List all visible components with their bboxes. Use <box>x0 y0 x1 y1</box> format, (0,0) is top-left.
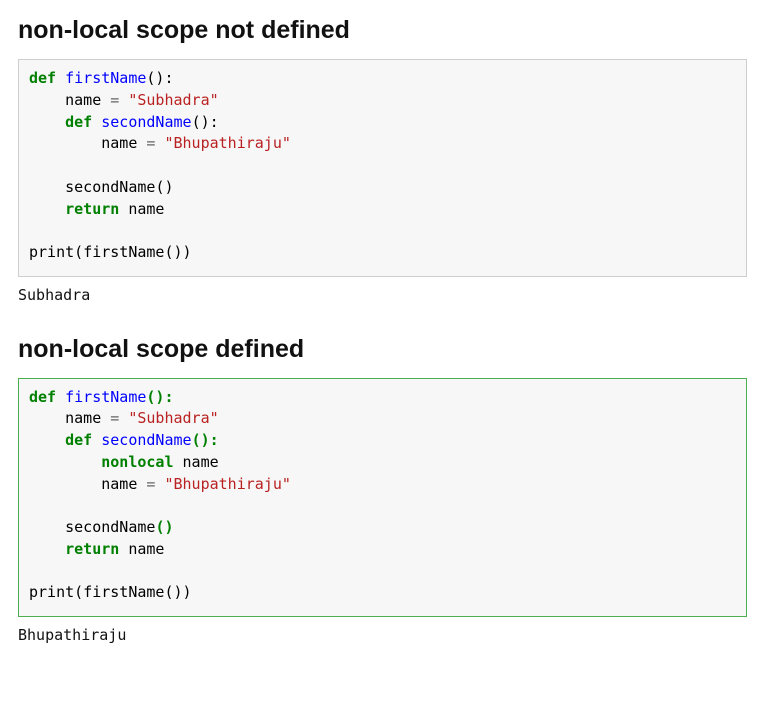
code-cell-2[interactable]: def firstName(): name = "Subhadra" def s… <box>18 378 747 618</box>
code-block-2: def firstName(): name = "Subhadra" def s… <box>29 387 736 605</box>
output-2: Bhupathiraju <box>18 625 747 647</box>
code-cell-1[interactable]: def firstName(): name = "Subhadra" def s… <box>18 59 747 277</box>
heading-2: non-local scope defined <box>18 335 747 364</box>
output-1: Subhadra <box>18 285 747 307</box>
code-block-1: def firstName(): name = "Subhadra" def s… <box>29 68 736 264</box>
heading-1: non-local scope not defined <box>18 16 747 45</box>
